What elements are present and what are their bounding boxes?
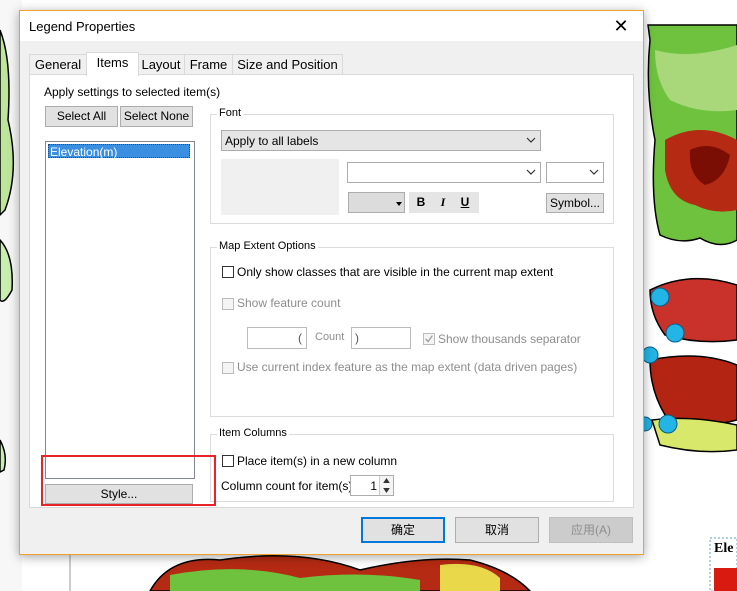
close-button[interactable]: ✕ (599, 11, 643, 41)
tab-general[interactable]: General (29, 54, 87, 75)
column-count-spinner[interactable]: 1 (350, 475, 394, 496)
new-column-checkbox[interactable] (222, 455, 234, 467)
dropdown-arrow-icon (396, 202, 402, 206)
chevron-down-icon (589, 169, 599, 175)
index-feature-extent-label: Use current index feature as the map ext… (237, 360, 578, 374)
count-prefix-field[interactable]: ( (247, 327, 307, 349)
tab-frame[interactable]: Frame (184, 54, 233, 75)
spinner-up-icon[interactable] (383, 478, 390, 483)
cancel-button-label: 取消 (484, 523, 509, 537)
tab-items[interactable]: Items (86, 52, 139, 76)
apply-labels-combo[interactable]: Apply to all labels (221, 130, 541, 151)
item-columns-group-title: Item Columns (217, 427, 289, 439)
cancel-button[interactable]: 取消 (455, 517, 539, 543)
font-name-combo[interactable] (347, 162, 541, 183)
legend-items-listbox[interactable]: Elevation(m) (45, 141, 195, 479)
show-feature-count-label: Show feature count (237, 296, 341, 310)
list-item[interactable]: Elevation(m) (48, 144, 190, 159)
index-feature-extent-checkbox[interactable] (222, 362, 234, 374)
spinner-down-icon[interactable] (383, 488, 390, 493)
apply-button[interactable]: 应用(A) (549, 517, 633, 543)
apply-labels-combo-value: Apply to all labels (225, 134, 319, 148)
spinner-buttons[interactable] (379, 476, 393, 495)
annotation-highlight-box (41, 455, 216, 506)
font-preview-box (221, 159, 339, 215)
map-extent-group-title: Map Extent Options (217, 240, 318, 252)
paren-open-text: ( (298, 331, 302, 345)
dialog-title: Legend Properties (29, 19, 136, 34)
map-extent-group: Map Extent Options Only show classes tha… (210, 240, 614, 417)
font-group: Font Apply to all labels B I U Symbol... (210, 107, 614, 224)
apply-settings-label: Apply settings to selected item(s) (44, 85, 221, 99)
select-none-label: Select None (123, 109, 190, 123)
font-style-toolbar: B I U (409, 192, 479, 213)
item-columns-group: Item Columns Place item(s) in a new colu… (210, 427, 614, 502)
chevron-down-icon (526, 137, 536, 143)
symbol-button-label: Symbol... (549, 196, 600, 210)
font-size-combo[interactable] (546, 162, 604, 183)
column-count-value: 1 (370, 479, 377, 493)
tab-size-and-position[interactable]: Size and Position (232, 54, 343, 75)
thousands-separator-label: Show thousands separator (438, 332, 581, 346)
select-none-button[interactable]: Select None (120, 106, 193, 127)
ok-button-label: 确定 (390, 523, 415, 537)
checkmark-icon (425, 335, 433, 343)
count-label: Count (315, 331, 345, 343)
column-count-label: Column count for item(s) (221, 479, 353, 493)
italic-button[interactable]: I (433, 192, 453, 212)
symbol-button[interactable]: Symbol... (546, 193, 604, 213)
count-suffix-field[interactable]: ) (351, 327, 411, 349)
bold-button[interactable]: B (411, 192, 431, 212)
thousands-separator-checkbox[interactable] (423, 333, 435, 345)
font-color-picker[interactable] (348, 192, 405, 213)
apply-button-label: 应用(A) (571, 523, 611, 537)
items-tab-panel: Apply settings to selected item(s) Selec… (29, 74, 634, 508)
paren-close-text: ) (355, 331, 359, 345)
new-column-label: Place item(s) in a new column (237, 454, 398, 468)
tab-layout[interactable]: Layout (137, 54, 185, 75)
font-group-title: Font (217, 107, 244, 119)
ok-button[interactable]: 确定 (361, 517, 445, 543)
select-all-button[interactable]: Select All (45, 106, 118, 127)
dialog-title-bar: Legend Properties ✕ (20, 11, 643, 41)
show-feature-count-checkbox[interactable] (222, 298, 234, 310)
only-visible-classes-label: Only show classes that are visible in th… (237, 265, 554, 279)
close-icon: ✕ (613, 16, 629, 36)
select-all-label: Select All (56, 109, 107, 123)
underline-button[interactable]: U (455, 192, 475, 212)
map-legend-fragment-text: Ele (714, 541, 734, 556)
only-visible-classes-checkbox[interactable] (222, 266, 234, 278)
chevron-down-icon (526, 169, 536, 175)
